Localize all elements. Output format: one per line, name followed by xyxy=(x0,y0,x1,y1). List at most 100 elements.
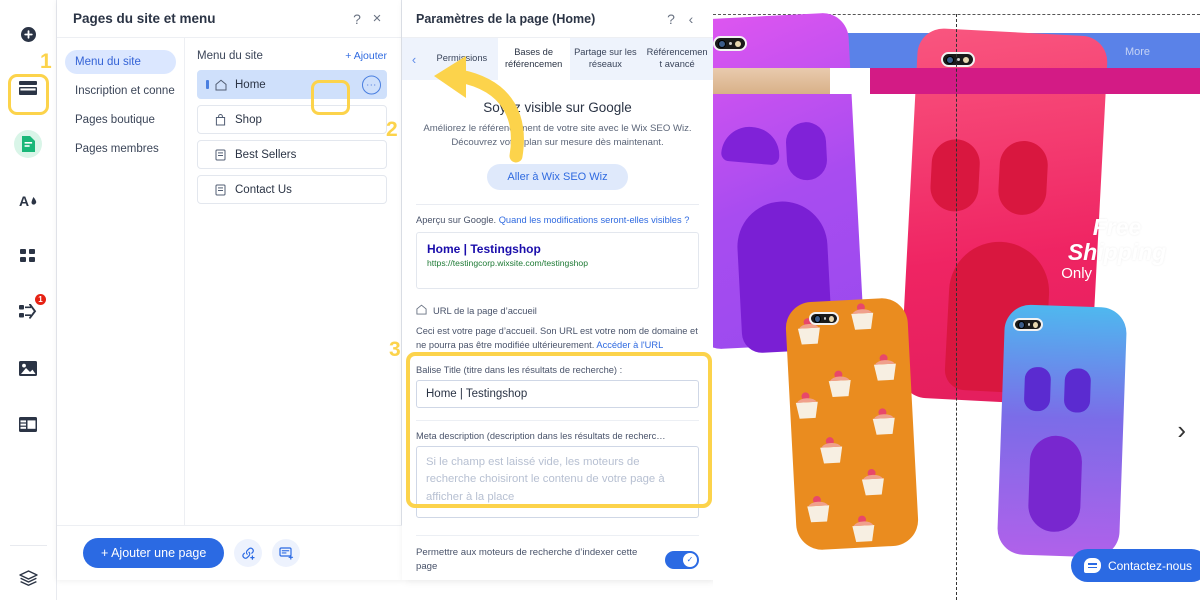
chat-widget-label: Contactez-nous xyxy=(1107,558,1192,573)
camera-mic xyxy=(1027,323,1031,326)
pages-icon[interactable] xyxy=(8,124,48,164)
page-row-shop[interactable]: Shop xyxy=(197,105,387,134)
page-row-best-sellers[interactable]: Best Sellers xyxy=(197,140,387,169)
drag-handle[interactable] xyxy=(206,80,209,89)
home-icon xyxy=(416,302,427,320)
tab-seo-basics[interactable]: Bases de référencemen xyxy=(497,38,570,80)
add-icon[interactable] xyxy=(8,14,48,54)
camera-flash xyxy=(735,40,741,47)
settings-tabs: ‹ Permissions Bases de référencemen Part… xyxy=(402,38,713,80)
site-nav-more-label[interactable]: More xyxy=(1125,46,1150,58)
tab-advanced-seo[interactable]: Référencemen t avancé xyxy=(641,38,713,80)
next-slide-arrow-icon[interactable]: › xyxy=(1177,415,1186,446)
page-label: Best Sellers xyxy=(235,148,297,161)
meta-description-input[interactable] xyxy=(416,445,699,518)
pages-nav-list: Menu du site Inscription et conne… Pages… xyxy=(57,38,185,538)
automations-icon[interactable]: 1 xyxy=(8,292,48,332)
go-to-seo-wiz-button[interactable]: Aller à Wix SEO Wiz xyxy=(487,163,628,190)
camera-lens xyxy=(718,39,726,48)
google-result-title: Home | Testingshop xyxy=(427,241,541,256)
nav-item-signup-login[interactable]: Inscription et conne… xyxy=(65,79,176,103)
divider xyxy=(416,419,699,421)
hero-line-1: Free xyxy=(1092,214,1142,240)
home-icon xyxy=(215,79,229,91)
editor-screen: A 1 Pages du site et menu ? × Menu du si… xyxy=(0,0,1200,600)
title-tag-input[interactable] xyxy=(416,379,699,408)
camera-lens xyxy=(814,314,821,323)
pages-list: Menu du site + Ajouter Home ··· Shop Bes… xyxy=(185,38,401,538)
design-icon[interactable]: A xyxy=(8,180,48,220)
pages-panel-title: Pages du site et menu xyxy=(73,11,216,26)
page-more-button-highlight-ring xyxy=(311,80,350,115)
page-row-contact-us[interactable]: Contact Us xyxy=(197,175,387,204)
apps-icon[interactable] xyxy=(8,236,48,276)
pages-panel-body: Menu du site Inscription et conne… Pages… xyxy=(57,38,401,538)
camera-icon xyxy=(1013,318,1043,331)
add-page-button[interactable]: + Ajouter une page xyxy=(83,538,225,568)
nav-item-member-pages[interactable]: Pages membres xyxy=(65,137,176,161)
page-row-home[interactable]: Home ··· xyxy=(197,70,387,99)
help-icon[interactable]: ? xyxy=(661,9,681,29)
camera-mic xyxy=(957,58,960,61)
content-manager-icon[interactable] xyxy=(8,404,48,444)
collapse-icon[interactable]: ‹ xyxy=(681,9,701,29)
google-preview-label: Aperçu sur Google. Quand les modificatio… xyxy=(416,215,699,225)
media-icon[interactable] xyxy=(8,348,48,388)
camera-lens xyxy=(946,55,954,64)
home-url-label: URL de la page d’accueil xyxy=(433,305,537,317)
seo-promo-subtitle: Améliorez le référencement de votre site… xyxy=(423,123,692,149)
step-marker-1: 1 xyxy=(40,50,52,73)
tab-permissions[interactable]: Permissions xyxy=(426,38,498,80)
settings-panel-title: Paramètres de la page (Home) xyxy=(416,11,596,26)
page-icon xyxy=(215,149,229,161)
step-marker-3: 3 xyxy=(389,338,401,361)
page-icon xyxy=(215,184,229,196)
add-page-link[interactable]: + Ajouter xyxy=(345,50,387,62)
link-add-icon[interactable] xyxy=(234,539,263,567)
nav-item-site-menu[interactable]: Menu du site xyxy=(65,50,176,74)
hero-subline: Only this week xyxy=(1061,265,1159,282)
camera-icon xyxy=(941,52,975,67)
tab-social-share[interactable]: Partage sur les réseaux xyxy=(570,38,642,80)
google-result-url: https://testingcorp.wixsite.com/testings… xyxy=(427,257,588,268)
index-toggle[interactable]: ✓ xyxy=(665,551,699,570)
go-to-url-link[interactable]: Accéder à l'URL xyxy=(596,340,663,350)
layers-icon[interactable] xyxy=(0,570,57,586)
divider xyxy=(416,203,699,205)
smile-icon xyxy=(1108,163,1152,187)
page-more-button[interactable]: ··· xyxy=(362,75,381,94)
step-marker-2: 2 xyxy=(386,118,398,141)
hero-headline: Free Shipping xyxy=(1037,214,1197,266)
google-preview-text: Aperçu sur Google. xyxy=(416,214,497,225)
close-icon[interactable]: × xyxy=(367,9,387,29)
pages-list-header: Menu du site + Ajouter xyxy=(197,50,387,62)
home-url-description: Ceci est votre page d’accueil. Son URL e… xyxy=(416,325,699,353)
layout-add-icon[interactable] xyxy=(272,539,301,567)
page-label: Home xyxy=(235,78,266,91)
site-preview-canvas[interactable]: More Free Shipping Only this week › Cont… xyxy=(713,0,1200,600)
when-visible-link[interactable]: Quand les modifications seront-elles vis… xyxy=(499,215,690,225)
toggle-check-icon: ✓ xyxy=(683,553,697,568)
cupcake-pattern xyxy=(795,303,896,542)
page-settings-panel: Paramètres de la page (Home) ? ‹ ‹ Permi… xyxy=(402,0,713,580)
nav-item-shop-pages[interactable]: Pages boutique xyxy=(65,108,176,132)
divider xyxy=(416,534,699,536)
index-toggle-row: Permettre aux moteurs de recherche d’ind… xyxy=(416,546,699,575)
rail-divider xyxy=(10,545,47,546)
home-url-row: URL de la page d’accueil xyxy=(416,302,699,320)
help-icon[interactable]: ? xyxy=(347,9,367,29)
chat-icon xyxy=(1083,558,1101,573)
pages-list-title: Menu du site xyxy=(197,50,263,62)
tabs-back-icon[interactable]: ‹ xyxy=(402,38,426,80)
hero-line-2: Shipping xyxy=(1067,239,1167,266)
site-strip-white xyxy=(830,68,870,94)
index-toggle-label: Permettre aux moteurs de recherche d’ind… xyxy=(416,546,638,573)
svg-text:A: A xyxy=(19,193,29,209)
settings-panel-header: Paramètres de la page (Home) ? ‹ xyxy=(402,0,713,38)
phone-case-orange-cupcakes xyxy=(784,296,920,552)
camera-mic xyxy=(729,42,732,45)
chat-widget-button[interactable]: Contactez-nous xyxy=(1070,549,1200,582)
seo-promo-title: Soyez visible sur Google xyxy=(483,100,632,115)
google-result-card: Home | Testingshop https://testingcorp.w… xyxy=(416,231,699,289)
pages-panel-footer: + Ajouter une page xyxy=(57,525,402,580)
